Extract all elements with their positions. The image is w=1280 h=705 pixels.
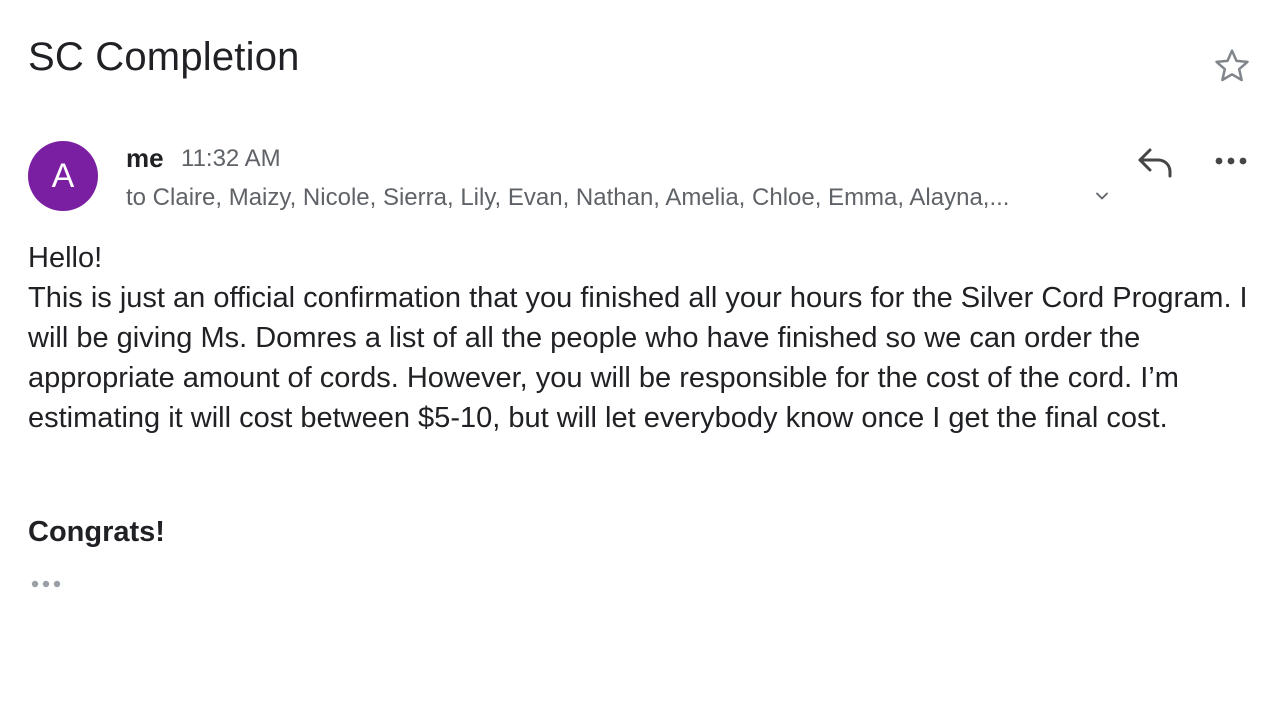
trimmed-content-icon[interactable]	[28, 572, 64, 596]
star-icon[interactable]	[1212, 46, 1252, 86]
sender-avatar[interactable]: A	[28, 141, 98, 211]
sent-time: 11:32 AM	[181, 145, 281, 172]
reply-icon[interactable]	[1136, 144, 1174, 180]
chevron-down-icon[interactable]	[1094, 188, 1110, 204]
body-greeting: Hello!	[28, 242, 103, 274]
body-paragraph: This is just an official confirmation th…	[28, 282, 1248, 434]
recipients-list[interactable]: to Claire, Maizy, Nicole, Sierra, Lily, …	[126, 182, 1086, 214]
more-horizontal-icon[interactable]	[1212, 148, 1250, 174]
email-subject: SC Completion	[28, 35, 300, 79]
sender-name: me	[126, 143, 164, 173]
body-signoff: Congrats!	[28, 516, 165, 548]
email-body: Hello! This is just an official confirma…	[28, 238, 1258, 438]
